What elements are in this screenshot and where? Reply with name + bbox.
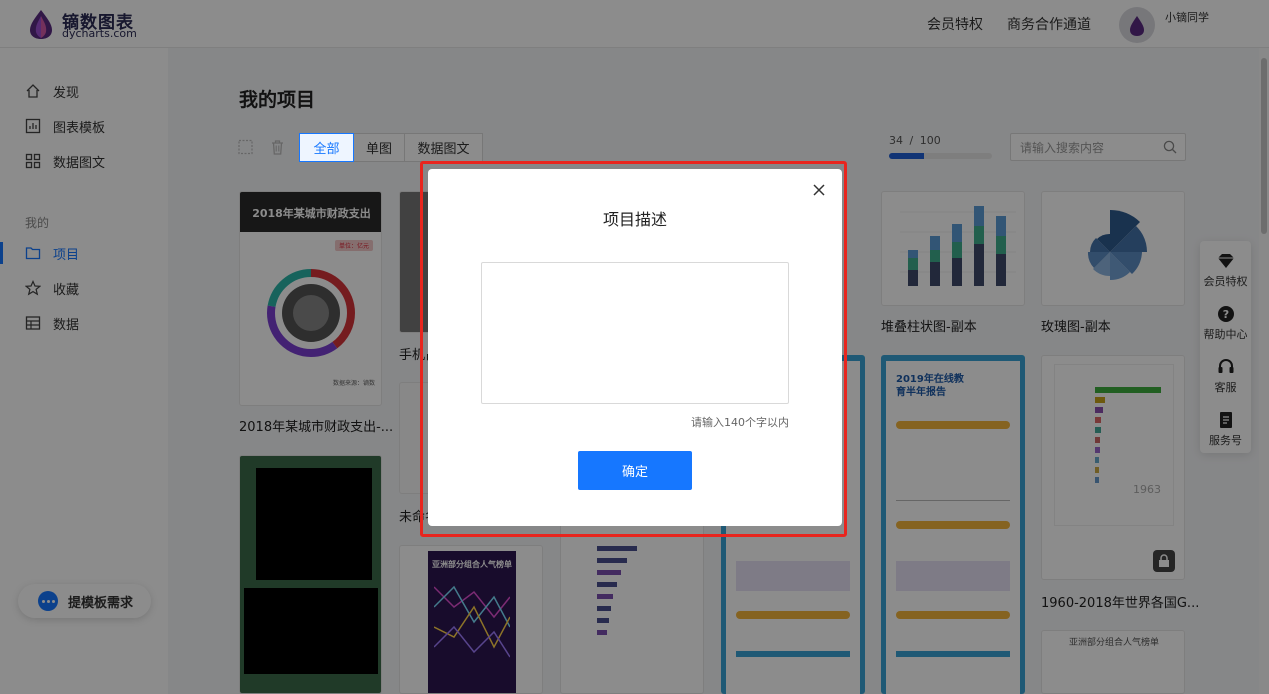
confirm-button[interactable]: 确定	[578, 451, 692, 490]
dialog-title: 项目描述	[602, 210, 667, 229]
tab-all[interactable]: 全部	[299, 133, 354, 162]
project-description-dialog: 项目描述 请输入140个字以内 确定	[428, 169, 842, 526]
close-icon[interactable]	[811, 182, 827, 198]
description-textarea[interactable]	[481, 262, 789, 404]
char-limit-hint: 请输入140个字以内	[691, 416, 789, 429]
